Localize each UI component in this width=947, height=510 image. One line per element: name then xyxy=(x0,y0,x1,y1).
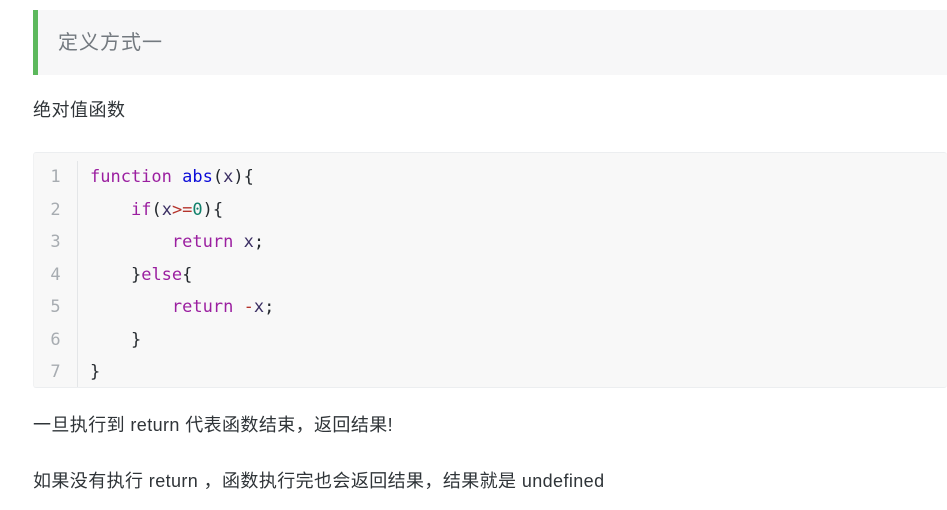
code-line: 1 function abs(x){ xyxy=(34,161,947,194)
code-rows: 1 function abs(x){2 if(x>=0){3 return x; 4… xyxy=(34,153,947,387)
code-token-variable: x xyxy=(161,199,172,220)
code-line: 3 return x; xyxy=(34,226,947,259)
code-token-operator: >= xyxy=(171,199,193,220)
code-token-operator: - xyxy=(243,297,254,317)
code-token-keyword: function xyxy=(90,167,172,187)
code-line-content: } xyxy=(78,356,101,387)
code-token-punctuation: } xyxy=(130,264,142,285)
code-block[interactable]: 1 function abs(x){2 if(x>=0){3 return x; 4… xyxy=(33,152,947,388)
code-token-punctuation: { xyxy=(212,199,224,220)
code-line-number: 5 xyxy=(34,291,78,324)
code-line: 7} xyxy=(34,356,947,387)
code-token-function: abs xyxy=(182,167,213,187)
code-token-keyword: else xyxy=(141,264,183,285)
callout-title: 定义方式一 xyxy=(58,31,163,54)
code-token-punctuation: ( xyxy=(151,199,162,220)
code-line: 5 return -x; xyxy=(34,291,947,324)
code-line-number: 1 xyxy=(34,161,78,194)
subheading-text: 绝对值函数 xyxy=(33,100,126,120)
code-line: 2 if(x>=0){ xyxy=(34,193,947,227)
code-token-keyword: return xyxy=(171,297,234,317)
code-line: 6 } xyxy=(34,323,947,357)
callout-banner: 定义方式一 xyxy=(33,10,947,75)
code-token-punctuation: { xyxy=(243,167,254,187)
code-line-content: return -x; xyxy=(78,291,274,324)
code-token-punctuation: ; xyxy=(253,232,265,252)
code-token-punctuation: ) xyxy=(233,167,244,187)
code-token-variable: x xyxy=(243,232,254,252)
code-token-punctuation: } xyxy=(130,329,142,350)
document-page: 定义方式一 绝对值函数 1 function abs(x){2 if(x>=0){… xyxy=(0,0,947,510)
body-paragraph-1: 一旦执行到 return 代表函数结束，返回结果! xyxy=(33,415,394,435)
code-line-content: } xyxy=(78,324,141,357)
code-line-content: return x; xyxy=(78,226,264,259)
code-token-number: 0 xyxy=(192,199,203,220)
code-token-keyword: return xyxy=(171,232,234,252)
code-line-number: 4 xyxy=(34,258,78,291)
code-token-punctuation: } xyxy=(90,362,101,382)
code-token-punctuation: ) xyxy=(202,199,213,220)
code-token-variable: x xyxy=(223,167,234,187)
code-line-number: 7 xyxy=(34,356,78,387)
code-line-content: }else{ xyxy=(78,259,192,292)
code-token-variable: x xyxy=(253,297,265,317)
code-line-number: 3 xyxy=(34,226,78,259)
code-line-content: if(x>=0){ xyxy=(78,194,223,227)
code-line-content: function abs(x){ xyxy=(78,161,254,194)
code-token-punctuation: { xyxy=(182,264,193,285)
code-line-number: 6 xyxy=(34,323,78,356)
code-line-number: 2 xyxy=(34,193,78,226)
code-token-punctuation: ( xyxy=(212,167,224,187)
code-token-punctuation: ; xyxy=(264,297,275,317)
body-paragraph-2: 如果没有执行 return ，函数执行完也会返回结果，结果就是 undefine… xyxy=(33,471,605,491)
code-token-keyword: if xyxy=(130,199,152,220)
code-line: 4 }else{ xyxy=(34,258,947,292)
